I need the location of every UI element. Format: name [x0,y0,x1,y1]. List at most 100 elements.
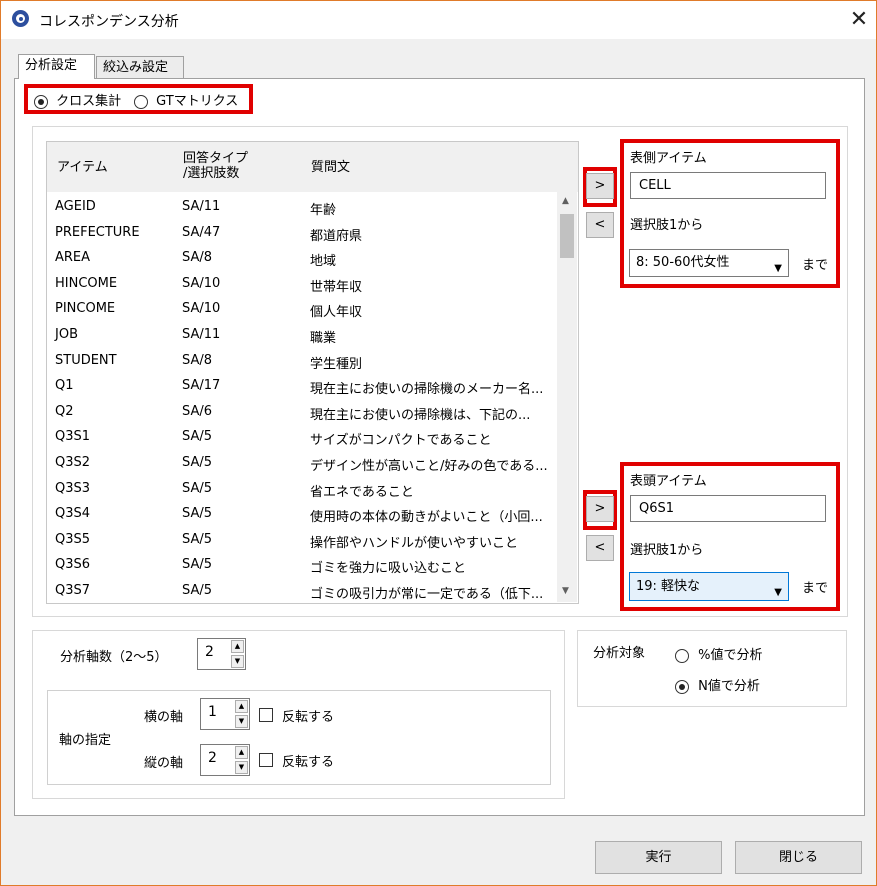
list-item-name: Q3S2 [55,455,91,470]
list-item-question: デザイン性が高いこと/好みの色である... [310,459,548,474]
list-item-name: STUDENT [55,352,117,368]
list-item-question: 世帯年収 [310,279,363,295]
h-axis-label: 横の軸 [144,710,184,725]
list-item[interactable]: Q3S1 SA/5 サイズがコンパクトであること [47,424,557,449]
radio-percent-indicator[interactable] [675,648,689,663]
list-item-name: Q3S4 [55,506,91,522]
scroll-thumb[interactable] [560,214,574,258]
remove-side-button[interactable]: < [586,212,614,238]
run-button[interactable]: 実行 [595,841,722,874]
radio-gt-label: GTマトリクス [156,94,239,109]
radio-gt-indicator[interactable] [134,94,148,109]
list-item-name: Q3S3 [55,480,91,496]
list-item[interactable]: Q2 SA/6 現在主にお使いの掃除機は、下記の... [47,399,557,424]
list-item-question: 年齢 [310,203,337,218]
chevron-down-icon: ▼ [774,263,782,274]
side-item-input[interactable]: CELL [630,172,826,199]
list-item-question: 使用時の本体の動きがよいこと（小回... [310,510,543,526]
head-from-label: 選択肢1から [630,543,704,558]
close-button[interactable]: 閉じる [735,841,862,874]
scroll-up-icon[interactable]: ▲ [562,196,569,206]
remove-head-button[interactable]: < [586,535,614,561]
list-item-name: HINCOME [55,275,118,291]
close-icon[interactable]: ✕ [844,5,874,35]
list-item-type: SA/8 [182,250,213,266]
radio-n-label: N値で分析 [698,679,760,694]
add-head-button[interactable]: > [586,496,614,522]
list-item[interactable]: Q3S7 SA/5 ゴミの吸引力が常に一定である（低下... [47,578,557,603]
list-item-question: 現在主にお使いの掃除機は、下記の... [310,407,531,423]
stepper-down-icon[interactable]: ▼ [235,761,248,774]
stepper-up-icon[interactable]: ▲ [235,746,248,759]
stepper-down-icon[interactable]: ▼ [231,655,244,668]
list-item-type: SA/10 [182,301,221,317]
stepper-down-icon[interactable]: ▼ [235,715,248,728]
list-item[interactable]: Q3S6 SA/5 ゴミを強力に吸い込むこと [47,552,557,577]
header-item[interactable]: アイテム [57,160,108,175]
head-until-label: まで [802,581,829,596]
scroll-down-icon[interactable]: ▼ [562,586,569,596]
radio-n-indicator[interactable] [675,679,689,694]
list-item-type: SA/10 [182,275,221,291]
header-answer-type[interactable]: 回答タイプ /選択肢数 [183,151,248,181]
list-item-name: AREA [55,250,91,266]
radio-cross-label: クロス集計 [56,94,122,109]
list-item[interactable]: Q3S5 SA/5 操作部やハンドルが使いやすいこと [47,527,557,552]
radio-gt[interactable]: GTマトリクス [134,90,238,109]
list-item-question: サイズがコンパクトであること [310,433,492,449]
head-item-input[interactable]: Q6S1 [630,495,826,522]
list-item[interactable]: Q3S4 SA/5 使用時の本体の動きがよいこと（小回... [47,501,557,526]
chevron-down-icon: ▼ [774,587,782,598]
tab-analysis-settings[interactable]: 分析設定 [18,54,95,79]
item-list-header: アイテム 回答タイプ /選択肢数 質問文 [47,142,578,192]
list-item[interactable]: HINCOME SA/10 世帯年収 [47,271,557,296]
radio-percent[interactable]: %値で分析 [675,644,763,663]
list-item-type: SA/5 [182,557,213,573]
header-question[interactable]: 質問文 [311,160,350,175]
list-item[interactable]: AREA SA/8 地域 [47,245,557,270]
side-to-select[interactable]: 8: 50-60代女性 ▼ [629,249,789,277]
list-item-type: SA/17 [182,378,221,394]
list-item[interactable]: STUDENT SA/8 学生種別 [47,348,557,373]
target-label: 分析対象 [593,646,646,661]
stepper-up-icon[interactable]: ▲ [231,640,244,653]
tab-filter-settings[interactable]: 絞込み設定 [96,56,184,78]
list-item[interactable]: Q3S3 SA/5 省エネであること [47,476,557,501]
head-to-select[interactable]: 19: 軽快な ▼ [629,572,789,601]
list-item[interactable]: Q3S2 SA/5 デザイン性が高いこと/好みの色である... [47,450,557,475]
h-flip-label: 反転する [282,710,335,725]
list-item[interactable]: Q1 SA/17 現在主にお使いの掃除機のメーカー名... [47,373,557,398]
side-item-title: 表側アイテム [630,151,707,166]
list-item-name: Q3S1 [55,429,91,445]
axis-count-stepper[interactable]: 2 ▲ ▼ [197,638,246,670]
list-item-type: SA/5 [182,429,213,445]
list-item[interactable]: PREFECTURE SA/47 都道府県 [47,220,557,245]
list-item[interactable]: PINCOME SA/10 個人年収 [47,296,557,321]
list-item-name: Q3S5 [55,531,91,547]
h-flip-checkbox[interactable] [259,708,273,722]
radio-cross[interactable]: クロス集計 [34,90,121,109]
h-axis-stepper[interactable]: 1 ▲ ▼ [200,698,250,730]
list-item-type: SA/5 [182,455,213,470]
list-item-question: ゴミを強力に吸い込むこと [310,561,467,577]
list-item-question: 地域 [310,254,337,270]
list-item-name: AGEID [55,199,96,214]
v-flip-checkbox[interactable] [259,753,273,767]
radio-n[interactable]: N値で分析 [675,675,760,694]
list-item-question: 個人年収 [310,305,363,321]
radio-cross-indicator[interactable] [34,94,48,109]
list-item[interactable]: JOB SA/11 職業 [47,322,557,347]
v-axis-stepper[interactable]: 2 ▲ ▼ [200,744,250,776]
add-side-button[interactable]: > [586,173,614,199]
v-axis-value: 2 [208,750,217,766]
axis-count-value: 2 [205,644,214,660]
list-item[interactable]: AGEID SA/11 年齢 [47,194,557,219]
list-item-question: 職業 [310,331,337,346]
list-scrollbar[interactable]: ▲ ▼ [557,192,577,602]
list-item-type: SA/11 [182,327,221,342]
item-list[interactable]: アイテム 回答タイプ /選択肢数 質問文 AGEID SA/11 年齢 PREFECT… [46,141,579,604]
v-axis-label: 縦の軸 [144,756,184,771]
list-item-name: Q2 [55,403,74,419]
h-axis-value: 1 [208,704,217,720]
stepper-up-icon[interactable]: ▲ [235,700,248,713]
